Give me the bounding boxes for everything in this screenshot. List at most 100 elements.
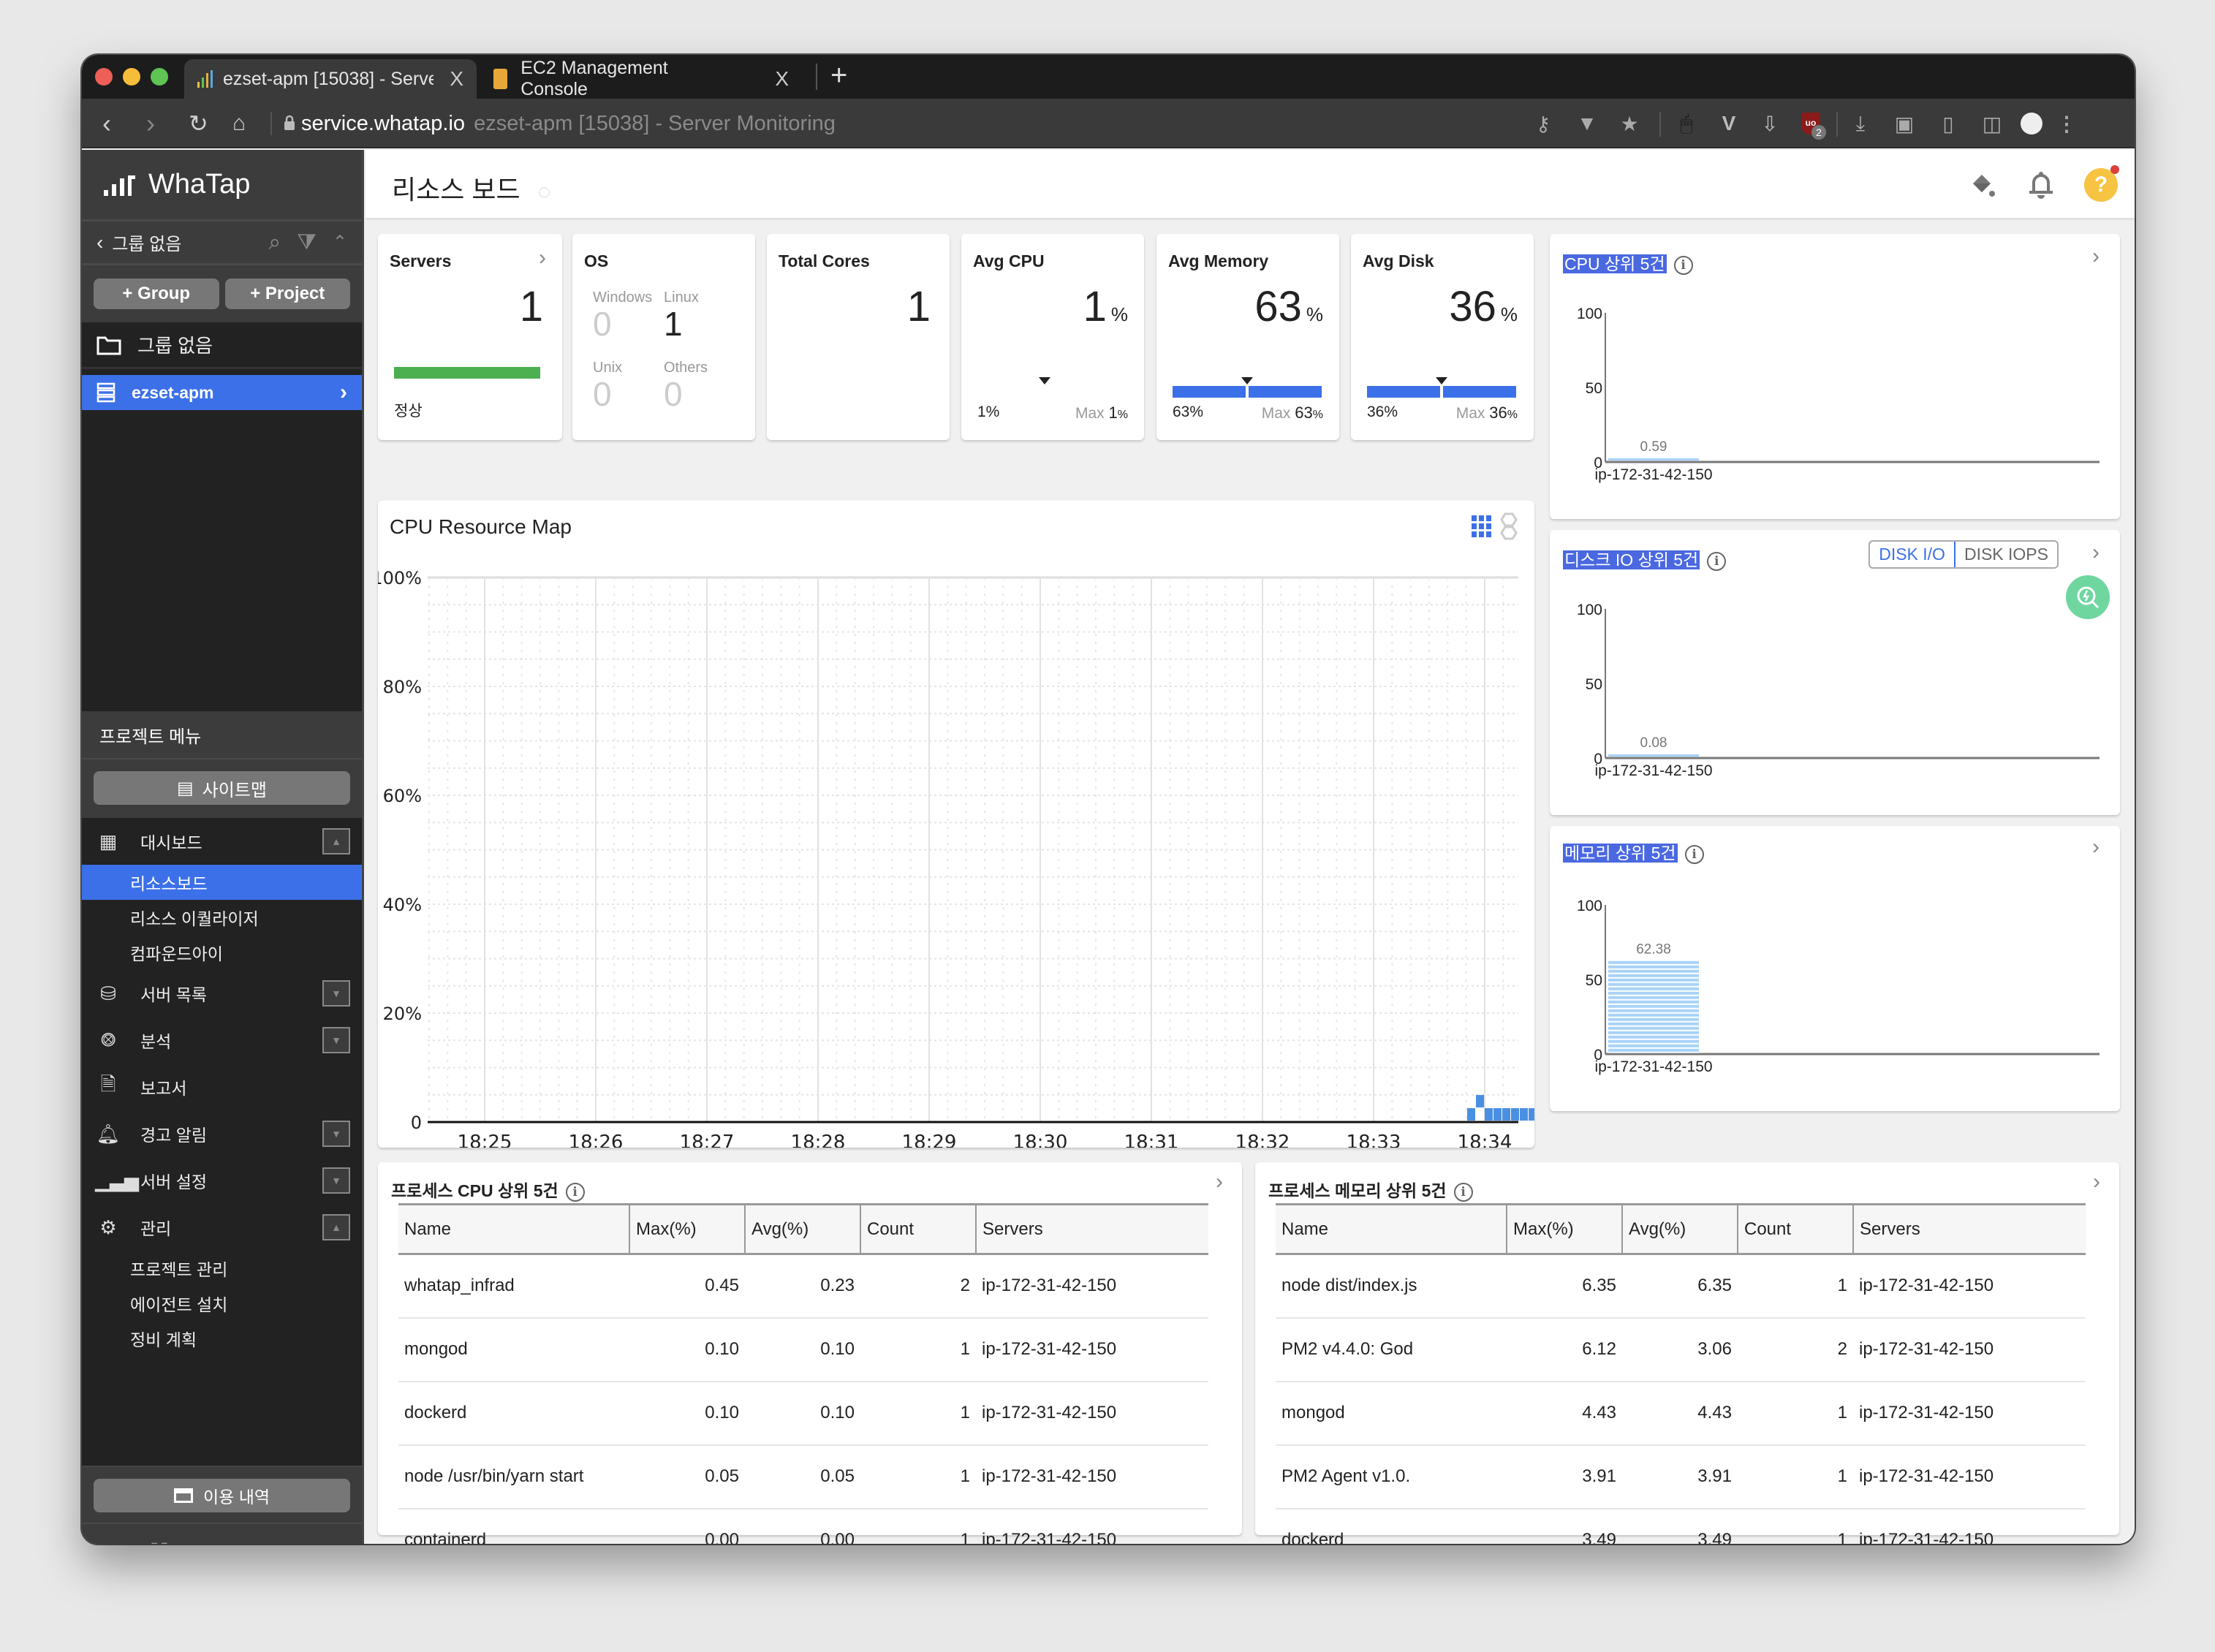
expand-toggle-down[interactable]: ▼ bbox=[322, 1027, 350, 1053]
heatmap-cell[interactable] bbox=[1476, 1095, 1484, 1107]
mouse-extension-icon[interactable]: 🖱 bbox=[1676, 112, 1697, 135]
column-header-servers[interactable]: Servers bbox=[1853, 1203, 2086, 1255]
collapse-toggle-up[interactable]: ▲ bbox=[322, 828, 350, 855]
new-tab-button[interactable]: + bbox=[830, 59, 847, 92]
vue-extension-icon[interactable]: V bbox=[1718, 112, 1740, 135]
reload-icon[interactable]: ↻ bbox=[189, 109, 208, 138]
bar[interactable] bbox=[1608, 458, 1699, 461]
heatmap-cell[interactable] bbox=[1520, 1108, 1528, 1121]
bar[interactable] bbox=[1608, 960, 1699, 1053]
table-row[interactable]: mongod 0.10 0.10 1 ip-172-31-42-150 bbox=[398, 1317, 1208, 1382]
column-header-name[interactable]: Name bbox=[1276, 1203, 1507, 1255]
tab-whatap[interactable]: ezset-apm [15038] - Server M X bbox=[184, 59, 477, 99]
close-tab-icon[interactable]: X bbox=[775, 67, 789, 91]
table-row[interactable]: PM2 v4.4.0: God 6.12 3.06 2 ip-172-31-42-150 bbox=[1276, 1317, 2086, 1382]
table-row[interactable]: dockerd 3.49 3.49 1 ip-172-31-42-150 bbox=[1276, 1508, 2086, 1544]
menu-item-alerts[interactable]: 🔔︎ 경고 알림 ▼ bbox=[82, 1110, 362, 1157]
menu-item-report[interactable]: 🗎 보고서 bbox=[82, 1064, 362, 1110]
collapse-toggle-up[interactable]: ▲ bbox=[322, 1214, 350, 1240]
chevron-right-icon[interactable]: › bbox=[539, 246, 546, 270]
group-nav-label[interactable]: 그룹 없음 bbox=[112, 230, 181, 255]
bar[interactable] bbox=[1608, 754, 1699, 757]
submenu-item-project-admin[interactable]: 프로젝트 관리 bbox=[82, 1251, 362, 1286]
star-icon[interactable]: ★ bbox=[1618, 112, 1640, 135]
downloads-icon[interactable]: ⤓ bbox=[1849, 112, 1871, 135]
download-helper-icon[interactable]: ⇩ bbox=[1759, 112, 1781, 135]
heatmap-cell[interactable] bbox=[1493, 1108, 1502, 1121]
refresh-timer-icon[interactable]: ◌ bbox=[538, 180, 551, 204]
column-header-avg[interactable]: Avg(%) bbox=[1622, 1203, 1738, 1255]
info-icon[interactable]: i bbox=[1453, 1182, 1473, 1202]
submenu-item-agent-install[interactable]: 에이전트 설치 bbox=[82, 1286, 362, 1321]
menu-item-server-settings[interactable]: ▁▃▅ 서버 설정 ▼ bbox=[82, 1157, 362, 1204]
home-icon[interactable]: ⌂ bbox=[232, 109, 246, 138]
menu-item-analysis[interactable]: ⨷ 분석 ▼ bbox=[82, 1017, 362, 1064]
column-header-max[interactable]: Max(%) bbox=[1507, 1203, 1623, 1255]
expand-toggle-down[interactable]: ▼ bbox=[322, 1167, 350, 1194]
screenshot-icon[interactable]: ▣ bbox=[1893, 112, 1915, 135]
column-header-servers[interactable]: Servers bbox=[976, 1203, 1208, 1255]
folder-item[interactable]: 그룹 없음 bbox=[82, 322, 362, 369]
menu-item-dashboard[interactable]: ▦ 대시보드 ▲ bbox=[82, 818, 362, 865]
tab-ec2[interactable]: EC2 Management Console X bbox=[480, 58, 802, 99]
theme-paint-icon[interactable] bbox=[1964, 167, 1999, 202]
submenu-item-resource-equalizer[interactable]: 리소스 이퀄라이저 bbox=[82, 900, 362, 935]
table-row[interactable]: node dist/index.js 6.35 6.35 1 ip-172-31-42-… bbox=[1276, 1254, 2086, 1319]
chevron-left-icon[interactable]: ‹ bbox=[96, 231, 103, 254]
fullscreen-icon[interactable]: ⛶ bbox=[151, 1539, 167, 1544]
menu-item-server-list[interactable]: ⛁ 서버 목록 ▼ bbox=[82, 970, 362, 1017]
heatmap-cell[interactable] bbox=[1529, 1108, 1534, 1121]
column-header-count[interactable]: Count bbox=[860, 1203, 977, 1255]
search-icon[interactable]: ⌕ bbox=[268, 230, 281, 255]
heatmap-cell[interactable] bbox=[1485, 1108, 1493, 1121]
add-project-button[interactable]: + Project bbox=[224, 279, 350, 309]
help-chat-icon[interactable]: ? bbox=[2083, 165, 2119, 202]
add-group-button[interactable]: + Group bbox=[94, 279, 219, 309]
expand-toggle-down[interactable]: ▼ bbox=[322, 1121, 350, 1147]
chevron-right-icon[interactable]: › bbox=[2093, 1170, 2100, 1194]
submenu-item-resource-board[interactable]: 리소스보드 bbox=[82, 865, 362, 900]
heatmap-cell[interactable] bbox=[1467, 1108, 1475, 1121]
forward-icon[interactable]: › bbox=[146, 109, 155, 138]
menu-item-admin[interactable]: ⚙ 관리 ▲ bbox=[82, 1204, 362, 1251]
table-row[interactable]: PM2 Agent v1.0. 3.91 3.91 1 ip-172-31-42-150 bbox=[1276, 1444, 2086, 1509]
key-icon[interactable]: ⚷ bbox=[1532, 112, 1554, 135]
column-header-max[interactable]: Max(%) bbox=[629, 1203, 746, 1255]
url-field[interactable]: service.whatap.io ezset-apm [15038] - Ser… bbox=[301, 109, 836, 138]
table-row[interactable]: whatap_infrad 0.45 0.23 2 ip-172-31-42-150 bbox=[398, 1254, 1208, 1319]
chevron-up-icon[interactable]: ⌃ bbox=[333, 232, 347, 253]
minimize-window-button[interactable] bbox=[123, 68, 140, 86]
column-header-count[interactable]: Count bbox=[1738, 1203, 1854, 1255]
table-row[interactable]: containerd 0.00 0.00 1 ip-172-31-42-150 bbox=[398, 1508, 1208, 1544]
table-row[interactable]: dockerd 0.10 0.10 1 ip-172-31-42-150 bbox=[398, 1381, 1208, 1446]
info-icon[interactable]: i bbox=[565, 1182, 585, 1202]
reader-view-icon[interactable]: ▯ bbox=[1937, 112, 1959, 135]
heatmap-cell[interactable] bbox=[1502, 1108, 1510, 1121]
expand-toggle-down[interactable]: ▼ bbox=[322, 980, 350, 1007]
maximize-window-button[interactable] bbox=[151, 68, 168, 86]
column-header-name[interactable]: Name bbox=[398, 1203, 630, 1255]
heatmap-cell[interactable] bbox=[1511, 1108, 1519, 1121]
cpu-resource-map-chart[interactable]: 18:25 18:26 18:27 18:28 18:29 18:30 18:31 18:32… bbox=[378, 501, 1534, 1148]
pocket-icon[interactable]: ▼ bbox=[1576, 112, 1598, 135]
filter-icon[interactable]: ⧩ bbox=[297, 230, 317, 255]
sidebar-toggle-icon[interactable]: ◫ bbox=[1981, 112, 2003, 135]
close-window-button[interactable] bbox=[95, 68, 113, 86]
column-header-avg[interactable]: Avg(%) bbox=[745, 1203, 861, 1255]
close-tab-icon[interactable]: X bbox=[450, 67, 463, 91]
table-row[interactable]: mongod 4.43 4.43 1 ip-172-31-42-150 bbox=[1276, 1381, 2086, 1446]
submenu-item-maintenance-plan[interactable]: 정비 계획 bbox=[82, 1321, 362, 1356]
project-item-ezset-apm[interactable]: ezset-apm › bbox=[82, 375, 362, 410]
whatap-logo[interactable]: WhaTap bbox=[82, 150, 362, 221]
sitemap-button[interactable]: ▤ 사이트맵 bbox=[94, 771, 350, 805]
ublock-icon[interactable]: uo 2 bbox=[1800, 112, 1826, 140]
submenu-item-compound-eye[interactable]: 컴파운드아이 bbox=[82, 935, 362, 970]
back-icon[interactable]: ‹ bbox=[102, 109, 111, 138]
servers-card[interactable]: Servers › 1 정상 bbox=[378, 234, 562, 440]
usage-button[interactable]: 이용 내역 bbox=[94, 1479, 350, 1512]
collapse-sidebar-icon[interactable]: ⇤ bbox=[102, 1539, 122, 1544]
menu-icon[interactable]: ⋮ bbox=[2056, 112, 2078, 135]
chevron-right-icon[interactable]: › bbox=[1216, 1170, 1223, 1194]
table-row[interactable]: node /usr/bin/yarn start 0.05 0.05 1 ip-172-… bbox=[398, 1444, 1208, 1509]
profile-avatar-icon[interactable] bbox=[2021, 112, 2042, 135]
